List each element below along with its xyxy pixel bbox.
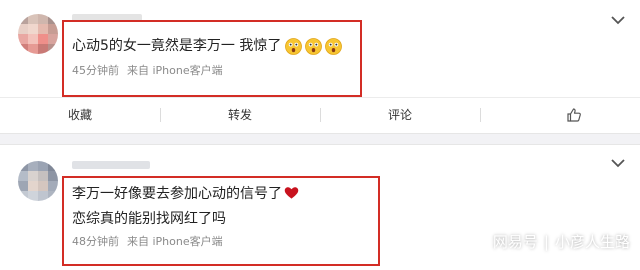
comment-text-line: 李万一好像要去参加心动的信号了	[72, 185, 299, 203]
avatar[interactable]	[18, 14, 58, 54]
astonished-emoji-icon	[325, 37, 343, 55]
chevron-down-icon[interactable]	[610, 14, 626, 26]
comment-text-line: 恋综真的能别找网红了吗	[72, 211, 226, 227]
watermark: 网易号 | 小彦人生路	[493, 231, 630, 252]
astonished-emoji-icon	[305, 37, 323, 55]
repost-button[interactable]: 转发	[160, 98, 320, 131]
watermark-brand: 网易号	[492, 233, 538, 251]
comment-text-line: 心动5的女一竟然是李万一 我惊了	[72, 38, 282, 54]
comment-card-2: 李万一好像要去参加心动的信号了 恋综真的能别找网红了吗 48分钟前 来自 iPho…	[0, 144, 640, 270]
username-blurred[interactable]	[72, 161, 150, 169]
watermark-account: 小彦人生路	[554, 233, 630, 251]
chevron-down-icon[interactable]	[610, 157, 626, 169]
like-button[interactable]	[480, 98, 640, 131]
comment-meta: 48分钟前 来自 iPhone客户端	[72, 235, 223, 249]
highlight-box	[62, 20, 362, 97]
watermark-separator: |	[543, 233, 549, 251]
avatar[interactable]	[18, 161, 58, 201]
comment-meta: 45分钟前 来自 iPhone客户端	[72, 64, 223, 78]
red-heart-icon	[284, 187, 299, 199]
comment-card-1: 心动5的女一竟然是李万一 我惊了 45分钟前 来自 iPhone客户端 收藏 转…	[0, 0, 640, 134]
action-bar: 收藏 转发 评论	[0, 97, 640, 131]
timestamp: 45分钟前	[72, 64, 119, 77]
client-source[interactable]: 来自 iPhone客户端	[127, 64, 223, 77]
comment-text-segment: 李万一好像要去参加心动的信号了	[72, 186, 282, 202]
client-source[interactable]: 来自 iPhone客户端	[127, 235, 223, 248]
thumbs-up-icon	[567, 108, 581, 122]
timestamp: 48分钟前	[72, 235, 119, 248]
comment-button[interactable]: 评论	[320, 98, 480, 131]
astonished-emoji-icon	[285, 37, 303, 55]
comment-text: 心动5的女一竟然是李万一 我惊了	[72, 37, 343, 55]
favorite-button[interactable]: 收藏	[0, 98, 160, 131]
